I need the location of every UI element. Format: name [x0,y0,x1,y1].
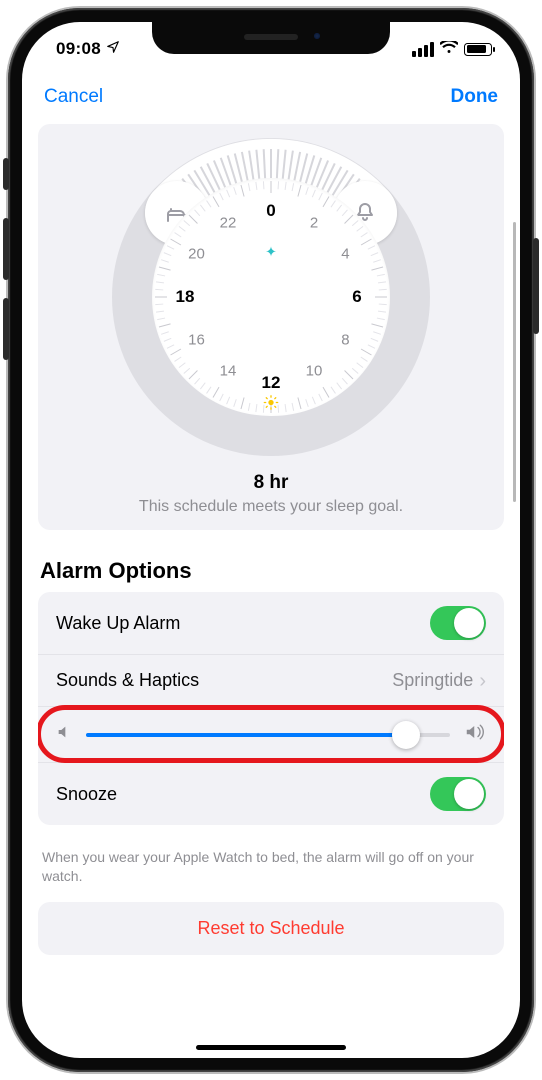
stars-icon: ✦ [265,244,277,261]
wake-up-alarm-label: Wake Up Alarm [56,613,180,634]
clock-hour-0: 0 [266,201,275,221]
volume-row [38,706,504,762]
clock-hour-12: 12 [262,373,281,393]
phone-frame: 09:08 Cancel Done [8,8,534,1072]
status-time: 09:08 [56,39,101,59]
volume-thumb[interactable] [392,721,420,749]
snooze-row: Snooze [38,762,504,825]
wake-up-alarm-row: Wake Up Alarm [38,592,504,654]
snooze-label: Snooze [56,784,117,805]
schedule-summary: 8 hr This schedule meets your sleep goal… [52,472,490,516]
sleep-schedule-card: 0 2 4 6 8 10 12 14 16 18 20 22 ✦ 8 hr This schedule… [38,124,504,530]
duration-value: 8 hr [52,472,490,494]
clock-hour-16: 16 [188,332,205,349]
sun-icon [263,395,279,414]
wake-up-alarm-toggle[interactable] [430,606,486,640]
clock-hour-22: 22 [220,214,237,231]
wifi-icon [440,41,458,57]
battery-icon [464,43,492,56]
hw-power-button [533,238,539,334]
sounds-haptics-value: Springtide › [392,670,486,691]
screen: 09:08 Cancel Done [22,22,520,1058]
location-icon [106,40,120,57]
clock-hour-20: 20 [188,246,205,263]
sounds-haptics-label: Sounds & Haptics [56,670,199,691]
home-indicator[interactable] [196,1045,346,1050]
clock-face: 0 2 4 6 8 10 12 14 16 18 20 22 ✦ [152,178,390,416]
clock-hour-6: 6 [352,287,361,307]
hw-volume-up [3,218,9,280]
hw-volume-down [3,298,9,360]
duration-hint: This schedule meets your sleep goal. [52,498,490,516]
notch [152,22,390,54]
status-right [412,35,492,57]
done-button[interactable]: Done [451,86,499,108]
scroll-indicator [513,222,516,502]
cancel-button[interactable]: Cancel [44,86,103,108]
clock-hour-10: 10 [306,363,323,380]
snooze-toggle[interactable] [430,777,486,811]
nav-bar: Cancel Done [22,70,520,124]
alarm-options-group: Wake Up Alarm Sounds & Haptics Springtid… [38,592,504,825]
clock-hour-4: 4 [341,246,349,263]
clock-hour-14: 14 [220,363,237,380]
footer-note: When you wear your Apple Watch to bed, t… [38,839,504,902]
clock-hour-8: 8 [341,332,349,349]
hw-mute-switch [3,158,9,190]
alarm-options-title: Alarm Options [40,558,504,584]
volume-row-wrap [38,706,504,762]
sounds-haptics-row[interactable]: Sounds & Haptics Springtide › [38,654,504,706]
volume-high-icon [464,723,486,746]
earpiece-speaker [244,34,298,40]
content-scroll[interactable]: 0 2 4 6 8 10 12 14 16 18 20 22 ✦ 8 hr This schedule… [22,124,520,1044]
volume-low-icon [56,724,72,745]
clock-hour-18: 18 [176,287,195,307]
status-left: 09:08 [56,33,120,59]
cellular-icon [412,42,434,57]
clock-hour-2: 2 [310,214,318,231]
reset-to-schedule-button[interactable]: Reset to Schedule [38,902,504,955]
sleep-clock[interactable]: 0 2 4 6 8 10 12 14 16 18 20 22 ✦ [112,138,430,456]
chevron-right-icon: › [479,671,486,691]
volume-slider[interactable] [86,733,450,737]
sounds-haptics-value-text: Springtide [392,670,473,691]
